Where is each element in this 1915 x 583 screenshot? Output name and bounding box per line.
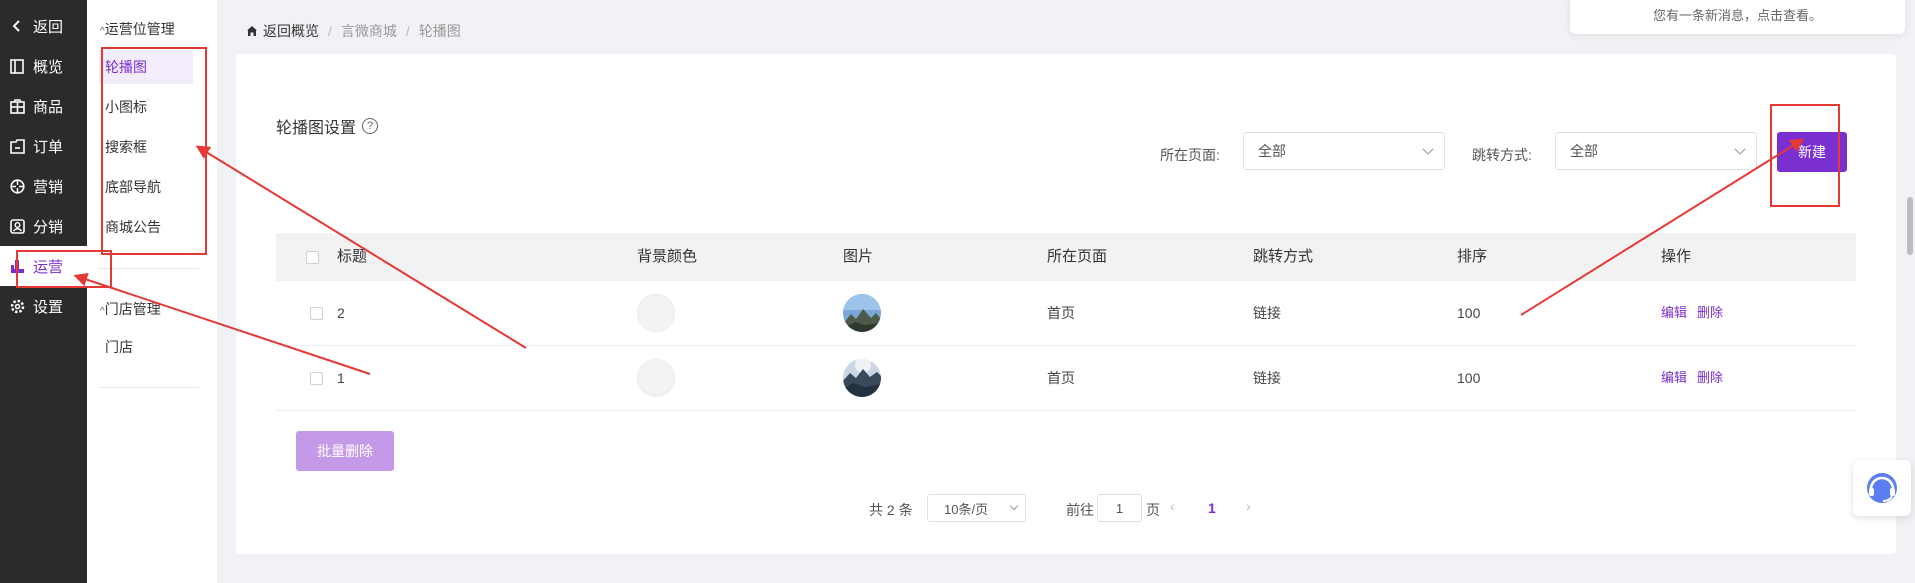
- menu-divider: [99, 387, 199, 388]
- cell-sort: 100: [1457, 370, 1481, 386]
- page-number-current[interactable]: 1: [1208, 500, 1216, 516]
- filter-jump-label: 跳转方式:: [1472, 147, 1532, 163]
- headset-icon: [1867, 473, 1897, 503]
- nav-order[interactable]: 订单: [0, 126, 87, 166]
- distribution-icon: [8, 217, 26, 235]
- breadcrumb-home[interactable]: 返回概览: [246, 21, 319, 41]
- menu-item-announcement[interactable]: 商城公告: [99, 210, 193, 244]
- chevron-down-icon: [1734, 143, 1746, 155]
- next-page-icon[interactable]: ›: [1246, 498, 1251, 514]
- nav-back-label: 返回: [33, 18, 64, 36]
- order-icon: [8, 137, 26, 155]
- nav-operation[interactable]: 运营: [0, 246, 87, 286]
- nav-overview[interactable]: 概览: [0, 46, 87, 86]
- breadcrumb: 返回概览 / 言微商城 / 轮播图: [246, 21, 461, 41]
- operation-icon: [8, 257, 26, 275]
- goto-label: 前往: [1066, 502, 1094, 518]
- col-title: 标题: [337, 248, 368, 265]
- nav-goods-label: 商品: [33, 98, 64, 116]
- notification-text: 您有一条新消息，点击查看。: [1652, 7, 1822, 23]
- filter-page-select[interactable]: 全部: [1243, 132, 1445, 170]
- page-scrollbar[interactable]: [1907, 197, 1913, 255]
- carousel-thumbnail[interactable]: [843, 294, 881, 332]
- edit-link[interactable]: 编辑: [1661, 346, 1687, 410]
- nav-distribution-label: 分销: [33, 218, 64, 236]
- col-image: 图片: [843, 248, 874, 265]
- col-jump: 跳转方式: [1253, 248, 1314, 265]
- secondary-sidebar: ^运营位管理 轮播图 小图标 搜索框 底部导航 商城公告 ^门店管理 门店: [87, 0, 217, 583]
- chevron-down-icon: [1009, 501, 1019, 511]
- nav-back[interactable]: 返回: [0, 6, 87, 46]
- bg-color-swatch: [637, 294, 675, 332]
- col-bg-color: 背景颜色: [637, 248, 698, 265]
- row-checkbox[interactable]: [310, 307, 323, 320]
- filter-page-label: 所在页面:: [1160, 147, 1220, 163]
- menu-item-carousel[interactable]: 轮播图: [99, 50, 193, 84]
- nav-goods[interactable]: 商品: [0, 86, 87, 126]
- nav-overview-label: 概览: [33, 58, 64, 76]
- batch-delete-button[interactable]: 批量删除: [296, 431, 394, 471]
- table-row: 2 首页 链接 100 编辑 删除: [276, 281, 1856, 346]
- nav-settings[interactable]: 设置: [0, 286, 87, 326]
- col-actions: 操作: [1661, 248, 1692, 265]
- menu-divider: [99, 268, 199, 269]
- filter-jump-select[interactable]: 全部: [1555, 132, 1757, 170]
- nav-order-label: 订单: [33, 138, 64, 156]
- customer-service-button[interactable]: [1853, 460, 1911, 516]
- new-button[interactable]: 新建: [1777, 132, 1847, 172]
- menu-group-store-management[interactable]: ^门店管理: [100, 299, 161, 319]
- cell-page: 首页: [1047, 305, 1075, 321]
- goods-icon: [8, 97, 26, 115]
- marketing-icon: [8, 177, 26, 195]
- bg-color-swatch: [637, 359, 675, 397]
- select-all-checkbox[interactable]: [306, 251, 319, 264]
- gear-icon: [8, 297, 26, 315]
- col-page: 所在页面: [1047, 248, 1108, 265]
- pagination-total: 共 2 条: [869, 502, 913, 518]
- table-header: 标题 背景颜色 图片 所在页面 跳转方式 排序 操作: [276, 233, 1856, 281]
- carousel-thumbnail[interactable]: [843, 359, 881, 397]
- delete-link[interactable]: 删除: [1697, 346, 1723, 410]
- cell-title: 2: [337, 305, 345, 321]
- chevron-left-icon: [8, 17, 26, 35]
- row-checkbox[interactable]: [310, 372, 323, 385]
- menu-item-store[interactable]: 门店: [99, 330, 193, 364]
- table-row: 1 首页 链接 100 编辑 删除: [276, 346, 1856, 411]
- cell-sort: 100: [1457, 305, 1481, 321]
- menu-item-bottom-nav[interactable]: 底部导航: [99, 170, 193, 204]
- page-title: 轮播图设置 ?: [276, 114, 379, 138]
- notification-toast[interactable]: 您有一条新消息，点击查看。: [1570, 0, 1905, 34]
- nav-settings-label: 设置: [33, 298, 64, 316]
- nav-marketing-label: 营销: [33, 178, 64, 196]
- col-sort: 排序: [1457, 248, 1488, 265]
- delete-link[interactable]: 删除: [1697, 281, 1723, 345]
- page-unit-label: 页: [1146, 502, 1160, 518]
- nav-distribution[interactable]: 分销: [0, 206, 87, 246]
- prev-page-icon[interactable]: ‹: [1170, 498, 1175, 514]
- menu-group-operation-slots[interactable]: ^运营位管理: [100, 19, 175, 39]
- chevron-down-icon: [1422, 143, 1434, 155]
- cell-page: 首页: [1047, 370, 1075, 386]
- home-icon: [247, 26, 257, 36]
- nav-operation-label: 运营: [33, 258, 64, 276]
- cell-jump: 链接: [1253, 305, 1281, 321]
- menu-item-search-box[interactable]: 搜索框: [99, 130, 193, 164]
- edit-link[interactable]: 编辑: [1661, 281, 1687, 345]
- cell-jump: 链接: [1253, 370, 1281, 386]
- breadcrumb-shop[interactable]: 言微商城: [341, 21, 397, 41]
- cell-title: 1: [337, 370, 345, 386]
- nav-marketing[interactable]: 营销: [0, 166, 87, 206]
- breadcrumb-current: 轮播图: [418, 23, 461, 39]
- page-size-select[interactable]: 10条/页: [927, 494, 1026, 522]
- menu-item-small-icons[interactable]: 小图标: [99, 90, 193, 124]
- help-icon[interactable]: ?: [362, 118, 379, 134]
- overview-icon: [8, 57, 26, 75]
- goto-page-input[interactable]: [1097, 494, 1142, 522]
- primary-sidebar: 返回 概览 商品 订单 营销 分销 运营 设置: [0, 0, 87, 583]
